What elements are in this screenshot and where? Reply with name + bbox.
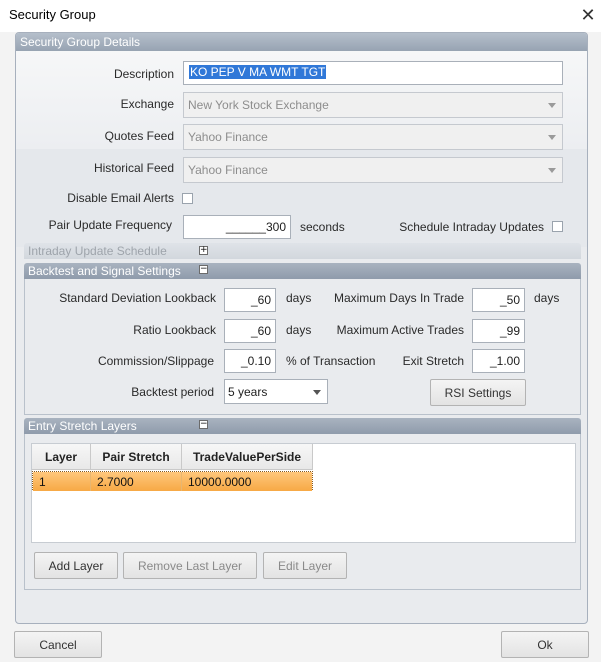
schedule-intraday-label: Schedule Intraday Updates (399, 220, 544, 234)
column-header-layer[interactable]: Layer (32, 444, 91, 470)
table-row[interactable]: 1 2.7000 10000.0000 (32, 471, 313, 491)
column-header-pair-stretch[interactable]: Pair Stretch (91, 444, 182, 470)
exchange-label: Exchange (120, 97, 174, 111)
collapse-icon[interactable]: − (199, 265, 208, 274)
backtest-settings-header[interactable]: Backtest and Signal Settings (24, 263, 581, 279)
exchange-select[interactable]: New York Stock Exchange (183, 92, 563, 118)
exit-stretch-input[interactable]: _1.00 (472, 349, 525, 373)
description-input[interactable]: KO PEP V MA WMT TGT (183, 61, 563, 85)
window-title: Security Group (9, 7, 96, 22)
description-label: Description (113, 67, 174, 81)
cell-layer: 1 (33, 472, 91, 491)
pair-update-unit: seconds (300, 220, 345, 234)
entry-layers-header[interactable]: Entry Stretch Layers (24, 418, 581, 434)
schedule-intraday-checkbox[interactable] (552, 221, 563, 232)
historical-feed-value: Yahoo Finance (188, 163, 268, 177)
collapse-icon[interactable]: − (199, 420, 208, 429)
pair-update-frequency-label: Pair Update Frequency (48, 218, 172, 232)
backtest-period-value: 5 years (228, 385, 268, 399)
add-layer-button[interactable]: Add Layer (34, 552, 118, 579)
chevron-down-icon (548, 168, 556, 173)
cell-trade-value: 10000.0000 (182, 472, 312, 491)
column-header-trade-value[interactable]: TradeValuePerSide (182, 444, 313, 470)
max-trades-input[interactable]: _99 (472, 319, 525, 343)
commission-input[interactable]: _0.10 (224, 349, 276, 373)
rsi-settings-button[interactable]: RSI Settings (430, 379, 526, 406)
backtest-period-label: Backtest period (131, 385, 214, 399)
max-trades-label: Maximum Active Trades (336, 323, 464, 337)
exchange-value: New York Stock Exchange (188, 98, 329, 112)
ratio-days-label: days (286, 323, 312, 337)
disable-email-alerts-label: Disable Email Alerts (67, 191, 174, 205)
close-icon[interactable]: ✕ (578, 5, 598, 25)
ratio-lookback-input[interactable]: _60 (224, 319, 276, 343)
chevron-down-icon (548, 103, 556, 108)
quotes-feed-select[interactable]: Yahoo Finance (183, 124, 563, 150)
backtest-period-select[interactable]: 5 years (224, 379, 328, 404)
intraday-schedule-header[interactable]: Intraday Update Schedule (24, 243, 581, 259)
chevron-down-icon (548, 135, 556, 140)
historical-feed-label: Historical Feed (93, 161, 174, 175)
security-group-details-panel: Security Group Details Description KO PE… (15, 32, 588, 624)
std-dev-lookback-input[interactable]: _60 (224, 288, 276, 312)
commission-label: Commission/Slippage (97, 354, 214, 368)
chevron-down-icon (313, 390, 321, 395)
std-dev-lookback-label: Standard Deviation Lookback (59, 291, 216, 305)
remove-last-layer-button[interactable]: Remove Last Layer (123, 552, 257, 579)
edit-layer-button[interactable]: Edit Layer (263, 552, 347, 579)
disable-email-alerts-checkbox[interactable] (182, 193, 193, 204)
cancel-button[interactable]: Cancel (14, 631, 102, 658)
max-days-unit-label: days (534, 291, 560, 305)
max-days-input[interactable]: _50 (472, 288, 525, 312)
historical-feed-select[interactable]: Yahoo Finance (183, 157, 563, 183)
max-days-label: Maximum Days In Trade (333, 291, 464, 305)
ok-button[interactable]: Ok (501, 631, 589, 658)
expand-icon[interactable]: + (199, 246, 208, 255)
exit-stretch-label: Exit Stretch (402, 354, 464, 368)
pair-update-frequency-input[interactable]: ______300 (183, 215, 291, 239)
quotes-feed-value: Yahoo Finance (188, 130, 268, 144)
cell-pair-stretch: 2.7000 (91, 472, 182, 491)
ratio-lookback-label: Ratio Lookback (133, 323, 216, 337)
details-header: Security Group Details (16, 33, 587, 51)
quotes-feed-label: Quotes Feed (104, 129, 174, 143)
description-value: KO PEP V MA WMT TGT (189, 65, 327, 79)
std-dev-days-label: days (286, 291, 312, 305)
